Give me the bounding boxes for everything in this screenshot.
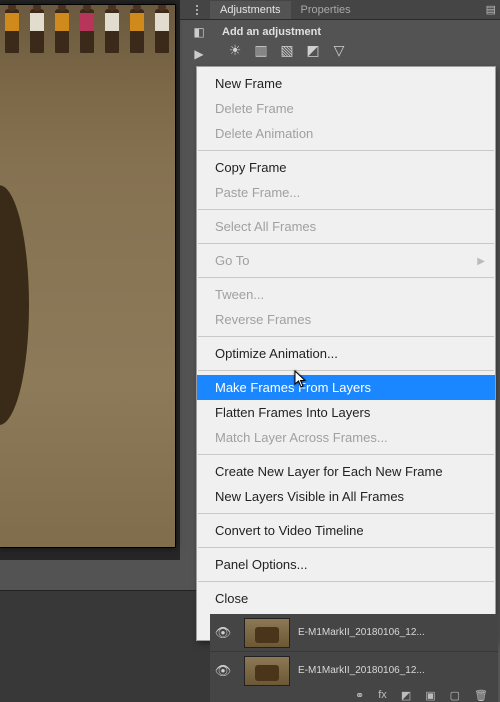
folder-icon[interactable]: ▣ [425, 689, 435, 702]
menu-create-new-layer[interactable]: Create New Layer for Each New Frame [197, 459, 495, 484]
levels-icon[interactable]: ▥ [252, 42, 270, 58]
exposure-icon[interactable]: ◩ [304, 42, 322, 58]
link-icon[interactable]: ⚭ [355, 689, 364, 702]
menu-close[interactable]: Close [197, 586, 495, 611]
trash-icon[interactable]: 🗑 [474, 689, 488, 702]
btn-toggle-icon[interactable]: ◧ [190, 24, 208, 40]
menu-reverse: Reverse Frames [197, 307, 495, 332]
btn-play-icon[interactable]: ▶ [190, 46, 208, 62]
layers-panel: 👁 E-M1MarkII_20180106_12... 👁 E-M1MarkII… [210, 614, 498, 690]
menu-go-to: Go To▶ [197, 248, 495, 273]
tab-properties[interactable]: Properties [291, 1, 361, 19]
layer-name[interactable]: E-M1MarkII_20180106_12... [298, 627, 498, 638]
visibility-eye-icon[interactable]: 👁 [210, 663, 236, 679]
menu-convert-video[interactable]: Convert to Video Timeline [197, 518, 495, 543]
menu-separator [198, 513, 494, 514]
layer-row[interactable]: 👁 E-M1MarkII_20180106_12... [210, 652, 498, 690]
mask-icon[interactable]: ◩ [401, 689, 411, 702]
layer-name[interactable]: E-M1MarkII_20180106_12... [298, 665, 498, 676]
menu-make-frames-from-layers[interactable]: Make Frames From Layers [197, 375, 495, 400]
layers-footer: ⚭ fx ◩ ▣ ▢ 🗑 [210, 688, 498, 702]
menu-panel-options[interactable]: Panel Options... [197, 552, 495, 577]
menu-new-frame[interactable]: New Frame [197, 71, 495, 96]
layer-thumbnail[interactable] [244, 656, 290, 686]
vibrance-icon[interactable]: ▽ [330, 42, 348, 58]
menu-separator [198, 547, 494, 548]
menu-separator [198, 209, 494, 210]
menu-match-layer: Match Layer Across Frames... [197, 425, 495, 450]
menu-separator [198, 454, 494, 455]
menu-separator [198, 336, 494, 337]
visibility-eye-icon[interactable]: 👁 [210, 625, 236, 641]
submenu-arrow-icon: ▶ [477, 253, 485, 270]
menu-separator [198, 370, 494, 371]
new-layer-icon[interactable]: ▢ [450, 689, 460, 702]
canvas-area [0, 0, 180, 560]
menu-optimize[interactable]: Optimize Animation... [197, 341, 495, 366]
panel-tabs: Adjustments Properties ▤ [180, 0, 500, 20]
menu-tween: Tween... [197, 282, 495, 307]
adjustment-icon-row: ☀ ▥ ▧ ◩ ▽ [180, 42, 500, 66]
menu-paste-frame: Paste Frame... [197, 180, 495, 205]
menu-separator [198, 277, 494, 278]
panel-collapse-icon[interactable] [190, 5, 204, 15]
menu-select-all: Select All Frames [197, 214, 495, 239]
layer-row[interactable]: 👁 E-M1MarkII_20180106_12... [210, 614, 498, 652]
menu-flatten[interactable]: Flatten Frames Into Layers [197, 400, 495, 425]
menu-delete-frame: Delete Frame [197, 96, 495, 121]
menu-delete-animation: Delete Animation [197, 121, 495, 146]
menu-new-visible[interactable]: New Layers Visible in All Frames [197, 484, 495, 509]
fx-icon[interactable]: fx [378, 689, 387, 701]
layer-thumbnail[interactable] [244, 618, 290, 648]
menu-separator [198, 581, 494, 582]
mouse-cursor-icon [294, 370, 308, 388]
menu-separator [198, 150, 494, 151]
tab-adjustments[interactable]: Adjustments [210, 1, 291, 19]
adjustments-heading: Add an adjustment [180, 20, 500, 42]
menu-copy-frame[interactable]: Copy Frame [197, 155, 495, 180]
timeline-area [0, 590, 210, 702]
document-image[interactable] [0, 4, 176, 548]
brightness-icon[interactable]: ☀ [226, 42, 244, 58]
panel-flyout-menu: New Frame Delete Frame Delete Animation … [196, 66, 496, 641]
curves-icon[interactable]: ▧ [278, 42, 296, 58]
panel-menu-icon[interactable]: ▤ [486, 3, 496, 16]
menu-separator [198, 243, 494, 244]
